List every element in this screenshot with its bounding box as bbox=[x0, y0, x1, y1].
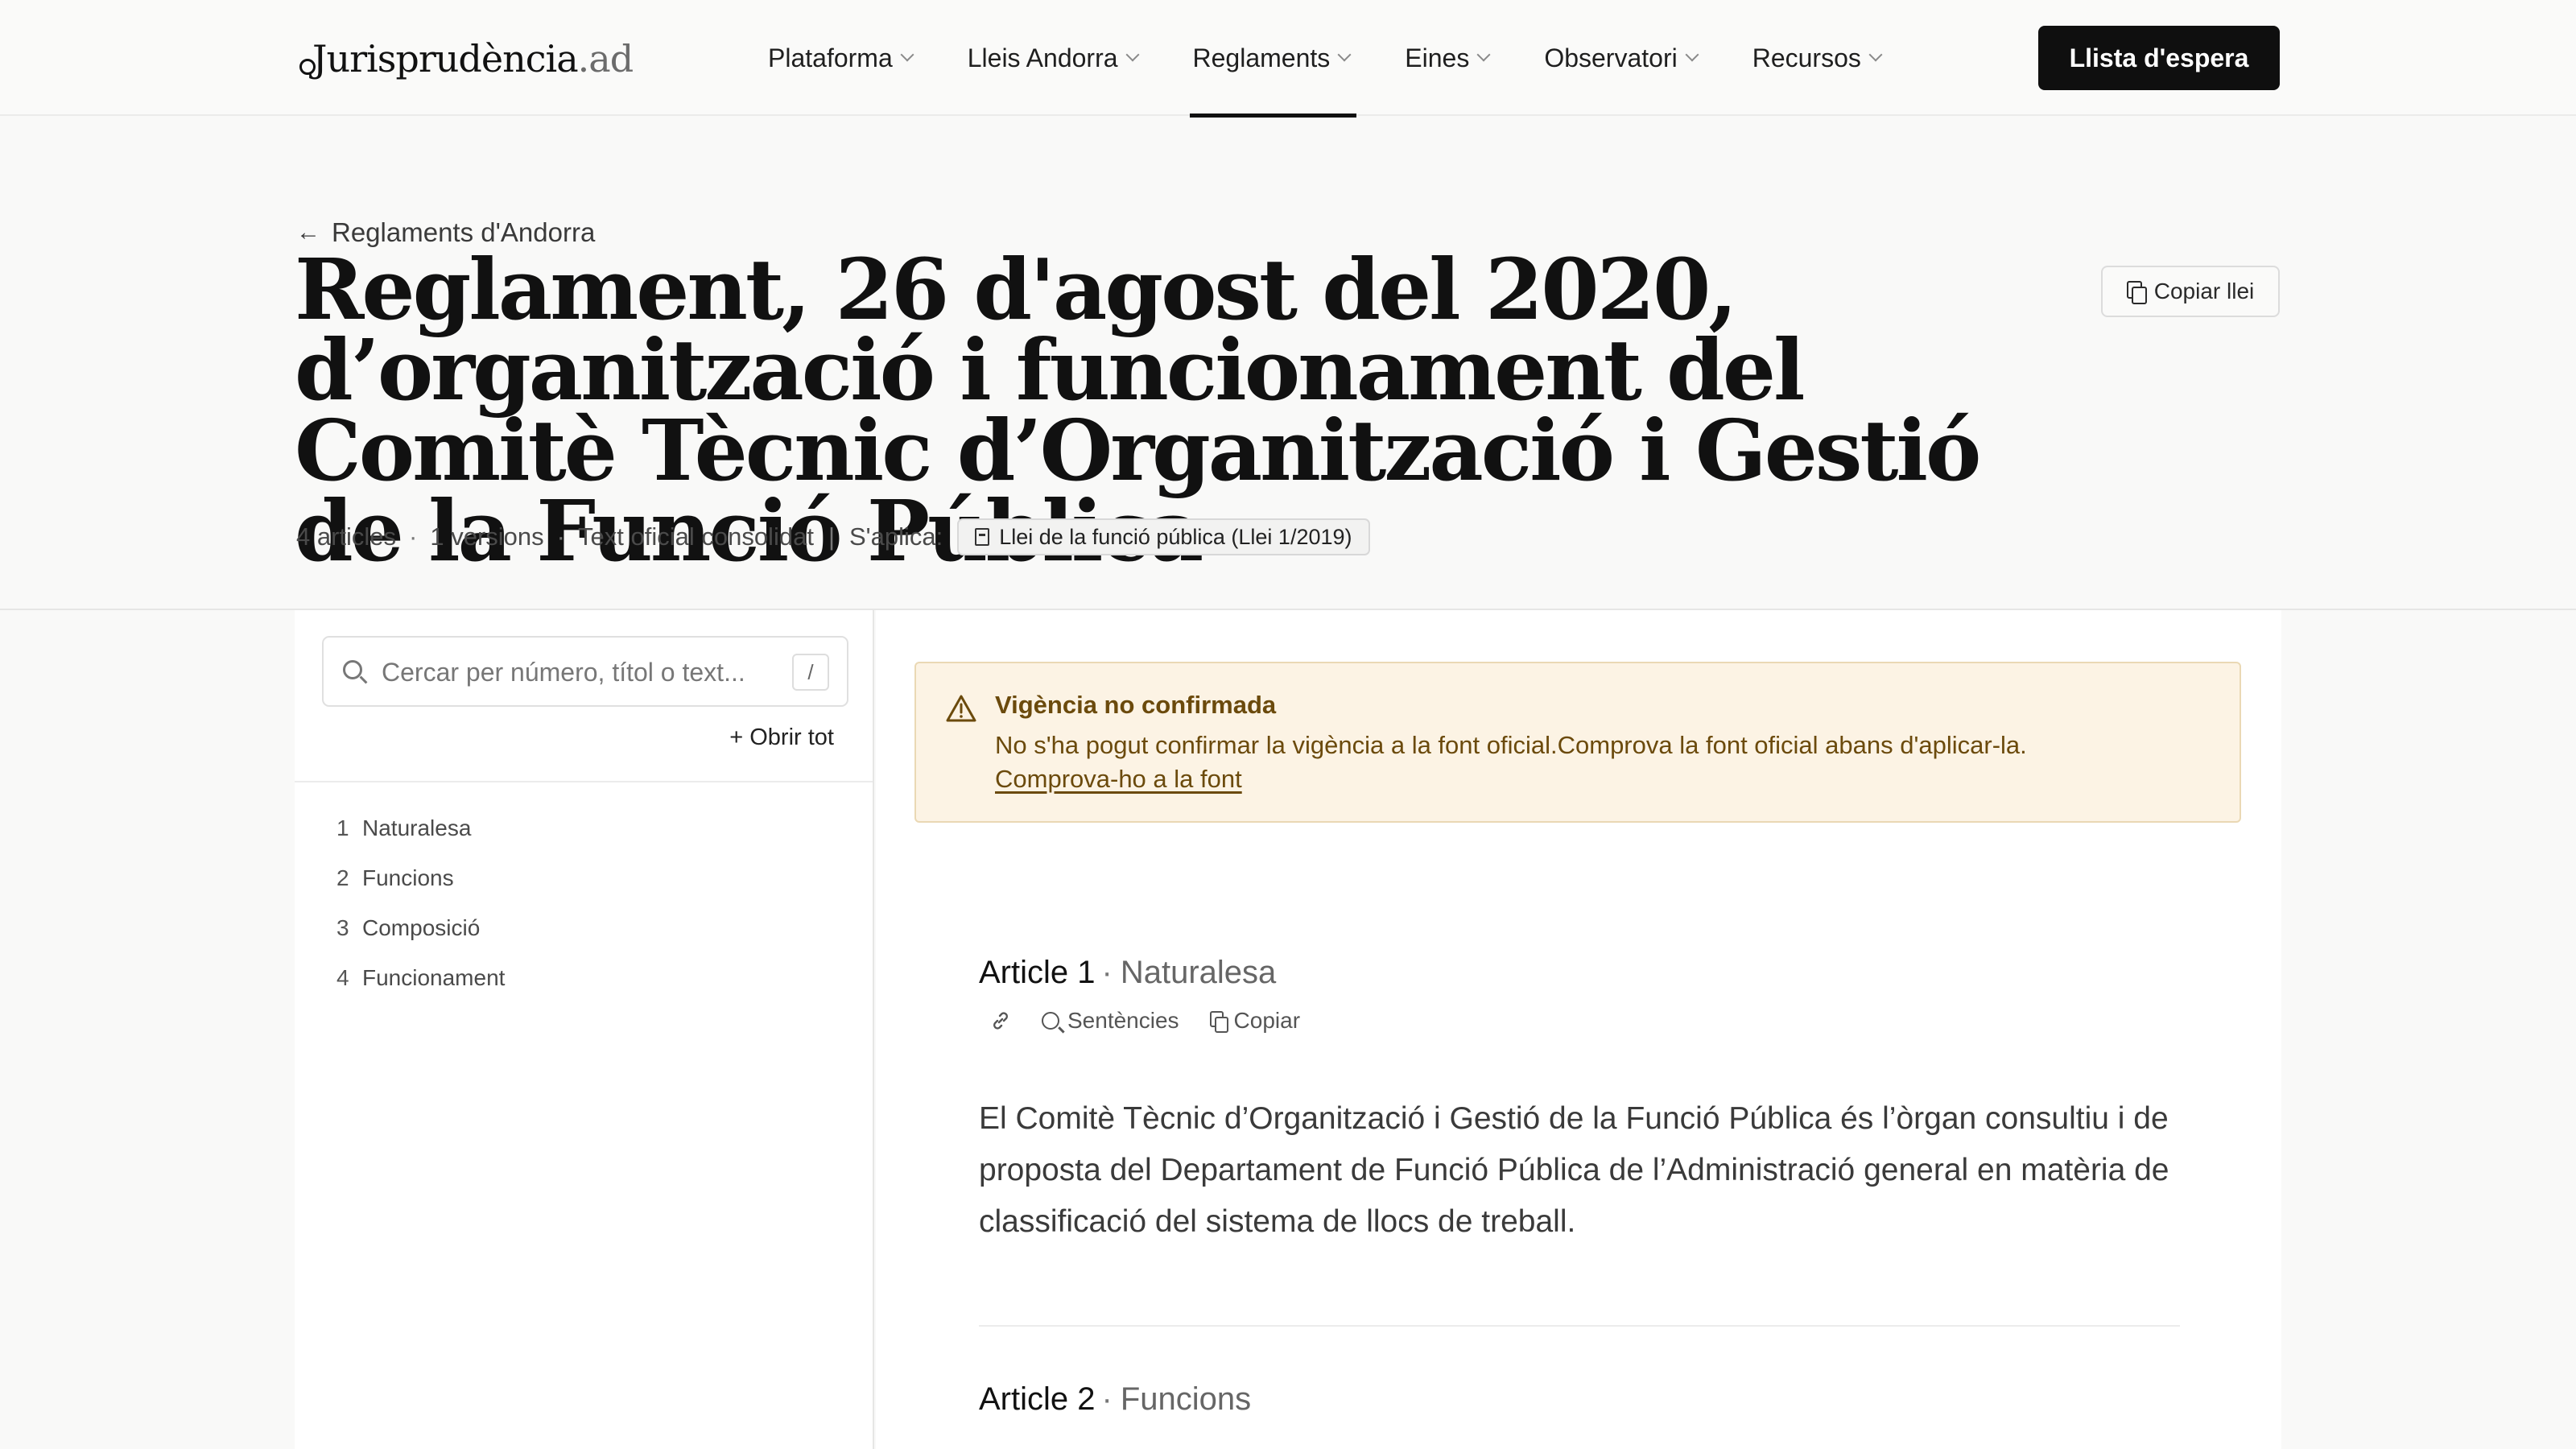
article-heading: Article 2 · Funcions bbox=[979, 1381, 1251, 1418]
nav-item-lleis-andorra[interactable]: Lleis Andorra bbox=[940, 0, 1166, 116]
chevron-down-icon bbox=[1125, 47, 1140, 62]
keyboard-shortcut-hint: / bbox=[792, 654, 829, 691]
meta-separator: · bbox=[409, 522, 418, 551]
alert-text: No s'ha pogut confirmar la vigència a la… bbox=[995, 731, 2027, 759]
toc-item[interactable]: 3 Composició bbox=[336, 903, 505, 953]
toc-item-number: 1 bbox=[336, 815, 349, 840]
copy-icon bbox=[2126, 281, 2147, 304]
chevron-down-icon bbox=[900, 47, 914, 62]
open-all-button[interactable]: + Obrir tot bbox=[729, 724, 834, 751]
site-logo[interactable]: Jurisprudència .ad bbox=[299, 37, 634, 80]
main-nav: Plataforma Lleis Andorra Reglaments Eine… bbox=[741, 0, 1909, 118]
copy-icon bbox=[1209, 1011, 1228, 1033]
toc-item-number: 2 bbox=[336, 865, 349, 890]
chevron-down-icon bbox=[1685, 47, 1699, 62]
applies-law-chip[interactable]: Llei de la funció pública (Llei 1/2019) bbox=[957, 518, 1370, 555]
nav-item-eines[interactable]: Eines bbox=[1377, 0, 1517, 116]
toc-item[interactable]: 2 Funcions bbox=[336, 853, 505, 903]
copy-article-button[interactable]: Copiar bbox=[1209, 1008, 1301, 1034]
sentences-label: Sentències bbox=[1067, 1008, 1179, 1033]
warning-icon bbox=[946, 695, 976, 722]
article-number: Article 2 bbox=[979, 1381, 1096, 1417]
applies-label: S'aplica: bbox=[849, 522, 943, 551]
sentences-button[interactable]: Sentències bbox=[1042, 1008, 1179, 1034]
applies-law-chip-label: Llei de la funció pública (Llei 1/2019) bbox=[999, 524, 1352, 549]
search-input[interactable] bbox=[382, 654, 768, 691]
copy-law-button[interactable]: Copiar llei bbox=[2101, 266, 2280, 317]
article-name: Funcions bbox=[1120, 1381, 1252, 1417]
article-number: Article 1 bbox=[979, 955, 1096, 990]
chevron-down-icon bbox=[1337, 47, 1352, 62]
toc-item-number: 4 bbox=[336, 965, 349, 990]
sidebar-divider bbox=[295, 781, 873, 782]
chevron-down-icon bbox=[1868, 47, 1883, 62]
nav-item-plataforma[interactable]: Plataforma bbox=[741, 0, 940, 116]
nav-label: Lleis Andorra bbox=[967, 43, 1118, 72]
copy-article-label: Copiar bbox=[1233, 1008, 1301, 1033]
alert-title: Vigència no confirmada bbox=[995, 691, 1277, 719]
waitlist-button[interactable]: Llista d'espera bbox=[2038, 26, 2280, 90]
link-icon bbox=[993, 1012, 1008, 1030]
nav-label: Recursos bbox=[1752, 43, 1861, 72]
search-icon bbox=[1042, 1012, 1059, 1030]
article-separator: · bbox=[1101, 955, 1113, 990]
toc-item-label: Funcionament bbox=[362, 965, 506, 990]
toc-item[interactable]: 4 Funcionament bbox=[336, 953, 505, 1003]
article-heading: Article 1 · Naturalesa bbox=[979, 955, 1276, 991]
article-toc: 1 Naturalesa 2 Funcions 3 Composició 4 F… bbox=[336, 803, 505, 1003]
nav-label: Plataforma bbox=[768, 43, 893, 72]
article-content: Vigència no confirmada No s'ha pogut con… bbox=[876, 610, 2281, 1449]
logo-main-text: Jurisprudència bbox=[312, 37, 579, 80]
permalink-button[interactable] bbox=[990, 1010, 1011, 1031]
copy-law-label: Copiar llei bbox=[2153, 279, 2255, 303]
toc-item-label: Composició bbox=[362, 915, 481, 940]
nav-label: Eines bbox=[1405, 43, 1470, 72]
logo-mark-icon bbox=[299, 59, 316, 75]
toc-item[interactable]: 1 Naturalesa bbox=[336, 803, 505, 853]
article-name: Naturalesa bbox=[1120, 955, 1277, 990]
nav-item-reglaments[interactable]: Reglaments bbox=[1166, 0, 1378, 118]
meta-separator: · bbox=[556, 522, 565, 551]
top-navigation-bar: Jurisprudència .ad Plataforma Lleis Andor… bbox=[0, 0, 2576, 118]
check-source-link[interactable]: Comprova-ho a la font bbox=[995, 765, 1242, 794]
nav-label: Reglaments bbox=[1192, 43, 1331, 72]
versions-count: 1 versions bbox=[430, 522, 544, 551]
validity-warning-alert: Vigència no confirmada No s'ha pogut con… bbox=[914, 662, 2241, 823]
book-icon bbox=[975, 528, 990, 546]
document-meta: 4 articles · 1 versions · Text oficial c… bbox=[296, 518, 1370, 555]
toc-item-label: Funcions bbox=[362, 865, 454, 890]
search-icon bbox=[343, 660, 362, 679]
text-type: Text oficial consolidat bbox=[578, 522, 814, 551]
toc-item-number: 3 bbox=[336, 915, 349, 940]
toc-item-label: Naturalesa bbox=[362, 815, 472, 840]
article-actions: Sentències Copiar bbox=[990, 1008, 1331, 1034]
chevron-down-icon bbox=[1476, 47, 1491, 62]
nav-item-observatori[interactable]: Observatori bbox=[1517, 0, 1724, 116]
article-search: / bbox=[322, 636, 848, 707]
article-divider bbox=[979, 1325, 2180, 1327]
nav-item-recursos[interactable]: Recursos bbox=[1725, 0, 1909, 116]
meta-pipe: | bbox=[828, 522, 835, 551]
article-sidebar: / + Obrir tot 1 Naturalesa 2 Funcions 3 … bbox=[295, 610, 874, 1449]
articles-count: 4 articles bbox=[296, 522, 397, 551]
logo-tld-text: .ad bbox=[577, 37, 634, 80]
article-separator: · bbox=[1101, 1381, 1113, 1417]
article-body: El Comitè Tècnic d’Organització i Gestió… bbox=[979, 1101, 2169, 1239]
nav-label: Observatori bbox=[1544, 43, 1678, 72]
